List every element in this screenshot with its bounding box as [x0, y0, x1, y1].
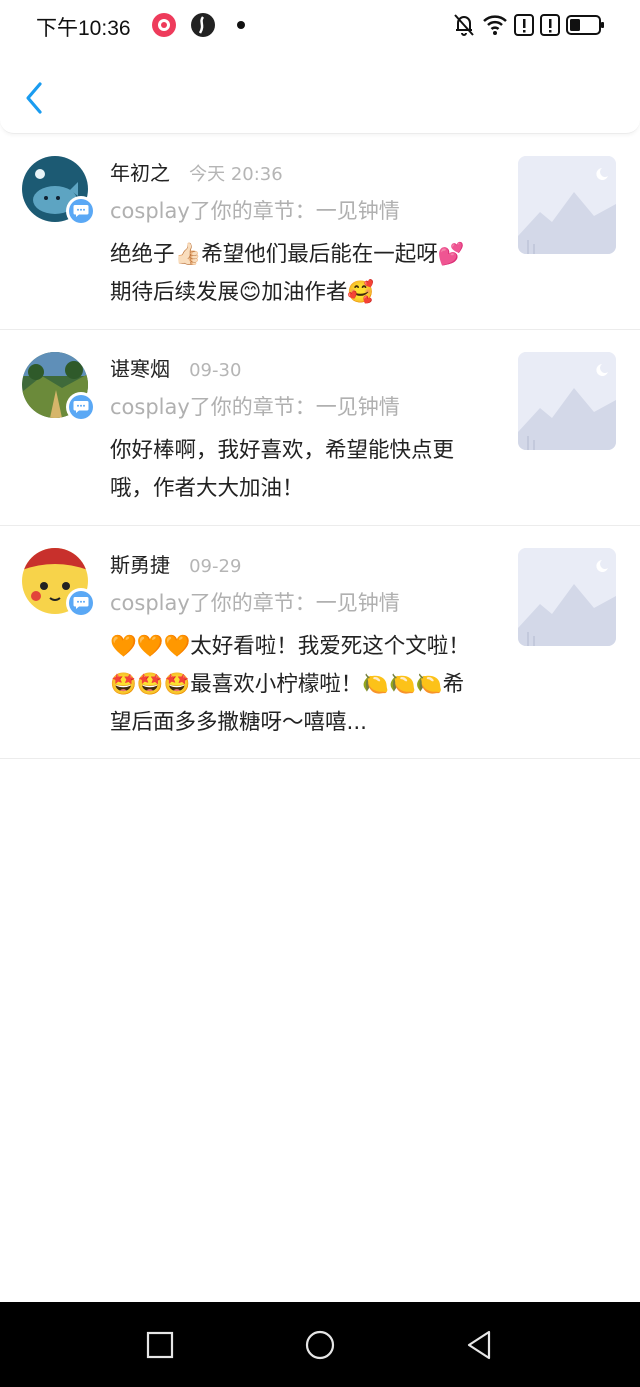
notification-content: 谌寒烟 09-30 cosplay了你的章节：一见钟情 你好棒啊，我好喜欢，希望… [110, 354, 500, 508]
nav-back-button[interactable] [461, 1326, 499, 1364]
battery-icon [566, 15, 604, 35]
chapter-thumbnail[interactable] [518, 352, 616, 450]
wifi-icon [483, 15, 507, 35]
back-button[interactable] [18, 78, 52, 118]
timestamp: 09-30 [189, 360, 242, 381]
mute-bell-icon [454, 14, 474, 36]
action-text: cosplay了你的章节：一见钟情 [110, 591, 400, 615]
dot-icon [237, 21, 245, 29]
user-name[interactable]: 年初之 [110, 161, 170, 185]
chapter-thumbnail[interactable] [518, 548, 616, 646]
chat-bubble-icon [73, 401, 89, 413]
recent-apps-icon [146, 1331, 174, 1359]
recent-apps-button[interactable] [141, 1326, 179, 1364]
image-placeholder-icon [518, 548, 616, 646]
notification-content: 斯勇捷 09-29 cosplay了你的章节：一见钟情 🧡🧡🧡太好看啦！我爱死这… [110, 550, 500, 742]
home-icon [305, 1330, 335, 1360]
alert-icon [514, 14, 534, 36]
comment-badge [66, 588, 96, 618]
chapter-thumbnail[interactable] [518, 156, 616, 254]
list-item[interactable]: 斯勇捷 09-29 cosplay了你的章节：一见钟情 🧡🧡🧡太好看啦！我爱死这… [0, 526, 640, 759]
notification-content: 年初之 今天 20:36 cosplay了你的章节：一见钟情 绝绝子👍🏻希望他们… [110, 158, 500, 312]
list-item[interactable]: 年初之 今天 20:36 cosplay了你的章节：一见钟情 绝绝子👍🏻希望他们… [0, 134, 640, 330]
chevron-left-icon [26, 82, 42, 114]
notification-list: 年初之 今天 20:36 cosplay了你的章节：一见钟情 绝绝子👍🏻希望他们… [0, 134, 640, 759]
header [0, 52, 640, 134]
action-text: cosplay了你的章节：一见钟情 [110, 199, 400, 223]
image-placeholder-icon [518, 156, 616, 254]
status-bar: 下午10:36 [0, 0, 640, 52]
back-triangle-icon [467, 1330, 491, 1360]
list-item[interactable]: 谌寒烟 09-30 cosplay了你的章节：一见钟情 你好棒啊，我好喜欢，希望… [0, 330, 640, 526]
chat-bubble-icon [73, 205, 89, 217]
action-text: cosplay了你的章节：一见钟情 [110, 395, 400, 419]
timestamp: 今天 20:36 [189, 164, 283, 185]
comment-text: 你好棒啊，我好喜欢，希望能快点更哦，作者大大加油！ [110, 438, 455, 501]
chat-bubble-icon [73, 597, 89, 609]
timestamp: 09-29 [189, 556, 242, 577]
alert-icon [540, 14, 560, 36]
system-navigation-bar [0, 1302, 640, 1387]
image-placeholder-icon [518, 352, 616, 450]
status-time: 下午10:36 [36, 17, 131, 40]
comment-badge [66, 392, 96, 422]
user-name[interactable]: 谌寒烟 [110, 357, 170, 381]
home-button[interactable] [301, 1326, 339, 1364]
comment-text: 绝绝子👍🏻希望他们最后能在一起呀💕期待后续发展😊加油作者🥰 [110, 242, 465, 305]
app-notification-icon [152, 13, 176, 37]
user-name[interactable]: 斯勇捷 [110, 553, 170, 577]
comment-badge [66, 196, 96, 226]
app-globe-icon [191, 13, 215, 37]
comment-text: 🧡🧡🧡太好看啦！我爱死这个文啦！🤩🤩🤩最喜欢小柠檬啦！🍋🍋🍋希望后面多多撒糖呀～… [110, 634, 470, 735]
